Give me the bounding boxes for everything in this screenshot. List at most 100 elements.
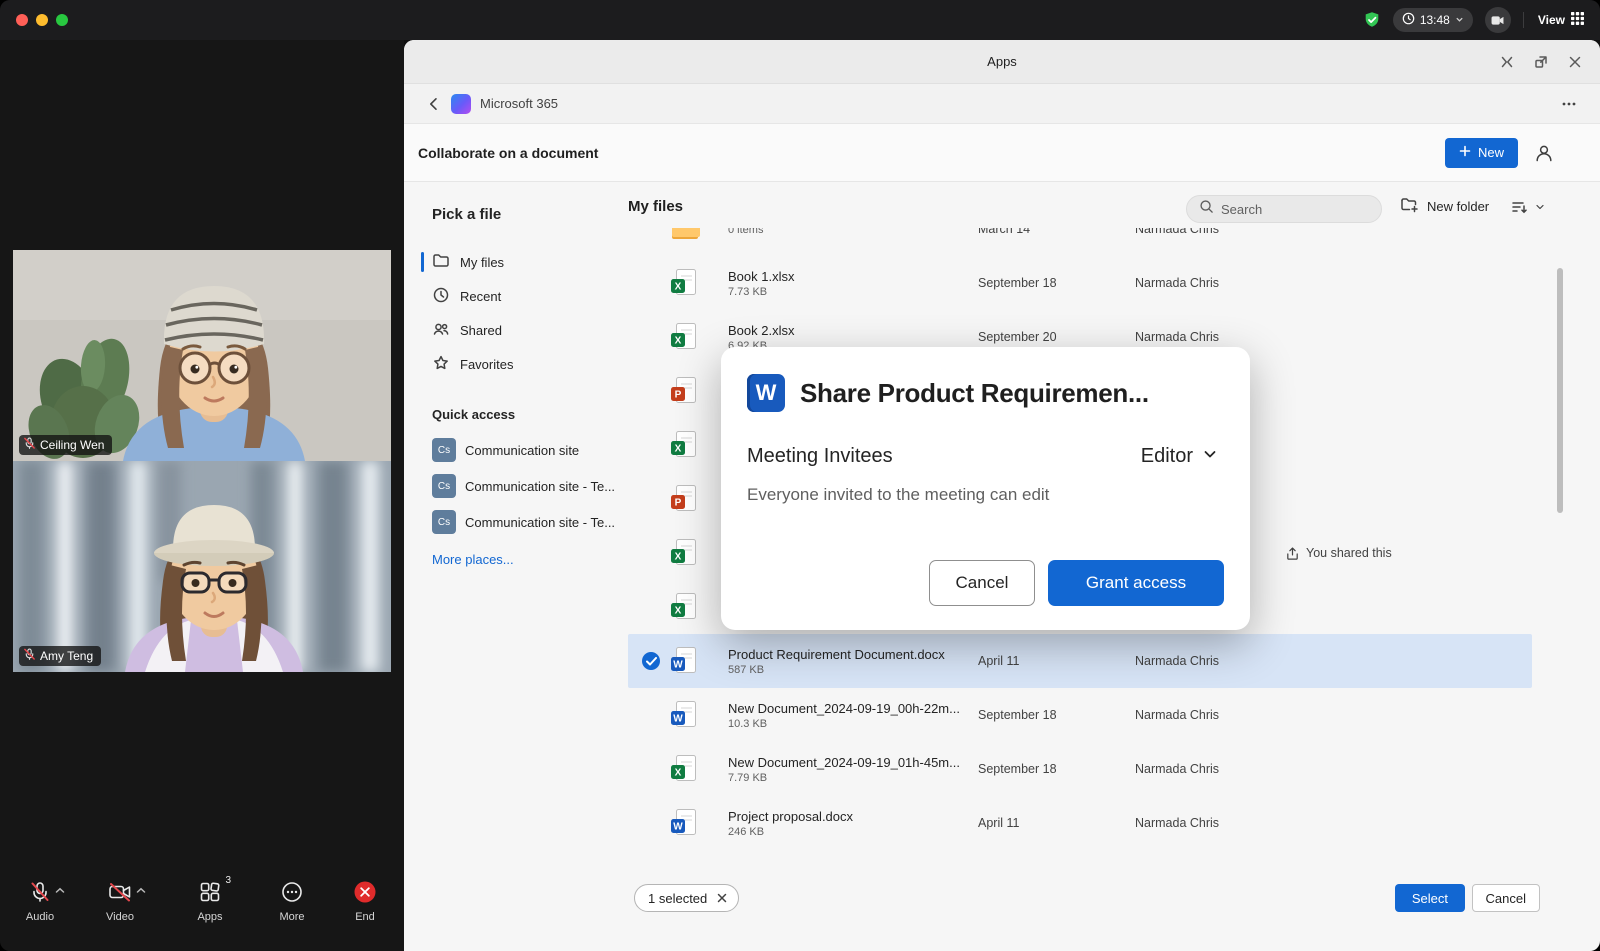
- file-row[interactable]: 0 itemsMarch 14Narmada Chris: [628, 228, 1532, 256]
- file-row[interactable]: XBook 1.xlsx7.73 KBSeptember 18Narmada C…: [628, 256, 1532, 310]
- file-row[interactable]: WNew Document_2024-09-19_00h-22m...10.3 …: [628, 688, 1532, 742]
- file-row[interactable]: XNew Document_2024-09-19_01h-45m...7.79 …: [628, 742, 1532, 796]
- dialog-title: Share Product Requiremen...: [800, 378, 1149, 409]
- grant-access-button[interactable]: Grant access: [1048, 560, 1224, 606]
- dialog-cancel-button[interactable]: Cancel: [929, 560, 1035, 606]
- search-input[interactable]: [1221, 202, 1361, 217]
- apps-panel-title: Apps: [987, 54, 1017, 69]
- site-icon: Cs: [432, 438, 456, 462]
- svg-text:X: X: [675, 282, 682, 293]
- zoom-window-button[interactable]: [56, 14, 68, 26]
- file-sharing-status: You shared this: [1285, 546, 1532, 561]
- selection-count: 1 selected: [648, 891, 707, 906]
- svg-text:W: W: [673, 714, 683, 725]
- timer-value: 13:48: [1420, 13, 1450, 27]
- new-folder-button[interactable]: New folder: [1400, 196, 1489, 217]
- camera-muted-icon: [107, 880, 133, 907]
- star-icon: [432, 354, 450, 375]
- file-owner: Narmada Chris: [1135, 228, 1285, 236]
- dialog-audience-row: Meeting Invitees Editor: [747, 445, 1224, 468]
- end-call-button[interactable]: End: [333, 880, 397, 923]
- video-label: Video: [106, 911, 134, 923]
- camera-icon[interactable]: [1485, 7, 1511, 33]
- sidebar-title: Pick a file: [432, 206, 612, 223]
- file-meta: 7.79 KB: [728, 772, 968, 784]
- participant-video[interactable]: Amy Teng: [13, 461, 391, 672]
- account-icon[interactable]: [1534, 143, 1554, 163]
- quick-access-label: Communication site: [465, 443, 579, 458]
- more-button[interactable]: More: [260, 880, 324, 923]
- sidebar-item-favorites[interactable]: Favorites: [416, 347, 612, 381]
- powerpoint-icon: P: [670, 484, 728, 514]
- quick-access-item[interactable]: Cs Communication site - Te...: [432, 504, 612, 540]
- folder-icon: [670, 228, 728, 242]
- end-label: End: [355, 911, 375, 923]
- chevron-up-icon[interactable]: [136, 882, 146, 897]
- sort-button[interactable]: [1510, 198, 1546, 219]
- powerpoint-icon: P: [670, 376, 728, 406]
- sidebar-item-label: Shared: [460, 323, 502, 338]
- collapse-icon[interactable]: [1498, 53, 1516, 71]
- video-tiles: Ceiling Wen: [13, 250, 391, 672]
- chevron-up-icon[interactable]: [55, 882, 65, 897]
- new-button[interactable]: New: [1445, 138, 1518, 168]
- audio-button[interactable]: Audio: [8, 880, 72, 923]
- screen: 13:48 View: [0, 0, 1600, 951]
- share-dialog: W Share Product Requiremen... Meeting In…: [721, 347, 1250, 630]
- close-window-button[interactable]: [16, 14, 28, 26]
- view-menu[interactable]: View: [1523, 12, 1584, 28]
- clear-selection-icon[interactable]: [716, 892, 728, 904]
- select-button[interactable]: Select: [1395, 884, 1465, 912]
- mic-muted-icon: [23, 648, 36, 664]
- permission-dropdown[interactable]: Editor: [1141, 445, 1218, 468]
- app-name: Microsoft 365: [480, 96, 558, 111]
- selected-check-icon: [642, 652, 660, 670]
- video-button[interactable]: Video: [88, 880, 152, 923]
- more-ellipsis-icon: [280, 880, 304, 907]
- scrollbar-thumb[interactable]: [1557, 268, 1563, 513]
- sidebar-item-recent[interactable]: Recent: [416, 279, 612, 313]
- apps-grid-icon: [198, 880, 222, 907]
- search-box: [1186, 195, 1382, 223]
- sidebar-item-my-files[interactable]: My files: [416, 245, 612, 279]
- participant-video[interactable]: Ceiling Wen: [13, 250, 391, 461]
- minimize-window-button[interactable]: [36, 14, 48, 26]
- cancel-button[interactable]: Cancel: [1472, 884, 1540, 912]
- open-in-new-window-icon[interactable]: [1532, 53, 1550, 71]
- word-icon: W: [670, 646, 728, 676]
- file-owner: Narmada Chris: [1135, 654, 1285, 668]
- app-title-row: Microsoft 365: [404, 84, 1600, 124]
- grid-icon: [1571, 12, 1584, 28]
- collab-header-row: Collaborate on a document New: [404, 124, 1600, 182]
- participant-name: Ceiling Wen: [40, 438, 104, 452]
- svg-text:P: P: [675, 498, 682, 509]
- excel-icon: X: [670, 322, 728, 352]
- sidebar-item-label: My files: [460, 255, 504, 270]
- close-icon[interactable]: [1566, 53, 1584, 71]
- back-icon[interactable]: [426, 96, 442, 112]
- file-name: Book 1.xlsx: [728, 269, 968, 284]
- quick-access-item[interactable]: Cs Communication site: [432, 432, 612, 468]
- file-meta: 0 items: [728, 228, 968, 236]
- shield-icon[interactable]: [1363, 11, 1381, 29]
- more-places-link[interactable]: More places...: [432, 552, 514, 567]
- apps-button[interactable]: 3 Apps: [178, 880, 242, 923]
- sidebar-item-shared[interactable]: Shared: [416, 313, 612, 347]
- svg-text:W: W: [673, 822, 683, 833]
- clock-icon: [432, 286, 450, 307]
- quick-access-item[interactable]: Cs Communication site - Te...: [432, 468, 612, 504]
- more-label: More: [279, 911, 304, 923]
- view-label: View: [1538, 13, 1565, 27]
- apps-panel-header: Apps: [404, 40, 1600, 84]
- svg-text:X: X: [675, 336, 682, 347]
- more-options-icon[interactable]: [1560, 95, 1578, 113]
- picker-footer: 1 selected Select Cancel: [404, 876, 1600, 924]
- file-row[interactable]: WProduct Requirement Document.docx587 KB…: [628, 634, 1532, 688]
- file-picker-sidebar: Pick a file My files Recent Shared Favor…: [404, 182, 612, 951]
- file-row[interactable]: WProject proposal.docx246 KBApril 11Narm…: [628, 796, 1532, 850]
- file-row[interactable]: W: [628, 850, 1532, 860]
- meeting-timer[interactable]: 13:48: [1393, 8, 1473, 32]
- plus-icon: [1459, 145, 1471, 160]
- sidebar-item-label: Recent: [460, 289, 501, 304]
- excel-icon: X: [670, 754, 728, 784]
